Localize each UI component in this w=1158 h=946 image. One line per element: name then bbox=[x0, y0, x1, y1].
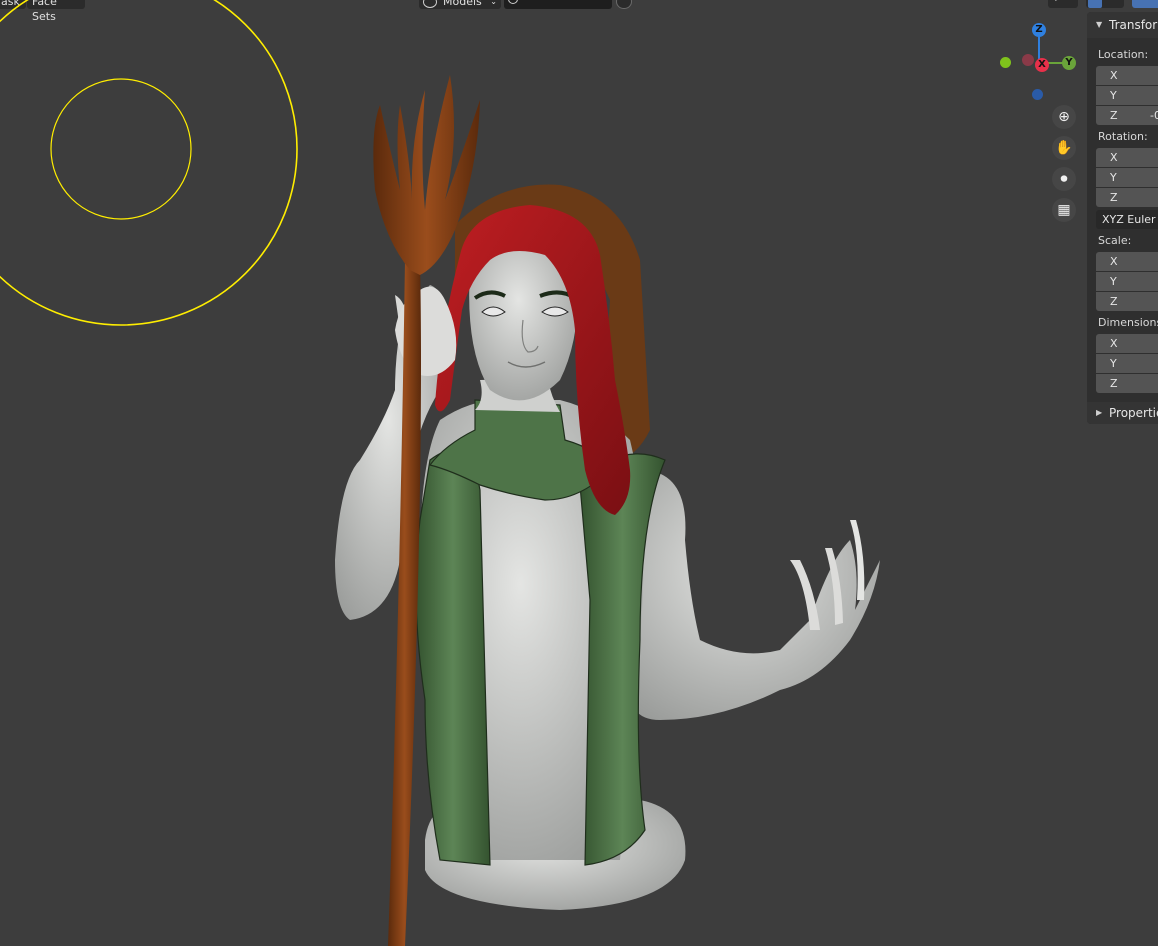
rotation-x-field[interactable]: X bbox=[1096, 148, 1158, 167]
scale-x-axis: X bbox=[1110, 255, 1118, 268]
properties-panel-title: Properties bbox=[1109, 406, 1158, 420]
rotation-mode-label: XYZ Euler bbox=[1102, 213, 1156, 226]
expand-triangle-icon: ▶ bbox=[1096, 408, 1103, 417]
scale-z-field[interactable]: Z bbox=[1096, 292, 1158, 311]
3d-viewport[interactable]: ask Face Sets Models ⌄ ➤ bbox=[0, 0, 1158, 946]
rotation-y-field[interactable]: Y bbox=[1096, 168, 1158, 187]
rotation-z-field[interactable]: Z bbox=[1096, 188, 1158, 207]
transform-panel-title: Transform bbox=[1109, 18, 1158, 32]
location-z-value: -0 bbox=[1150, 109, 1158, 122]
gizmo-neg-x-dot[interactable] bbox=[1022, 54, 1034, 66]
dimensions-z-field[interactable]: Z bbox=[1096, 374, 1158, 393]
gizmo-y-axis[interactable]: Y bbox=[1062, 56, 1076, 70]
scale-y-field[interactable]: Y bbox=[1096, 272, 1158, 291]
dimensions-label: Dimensions: bbox=[1098, 316, 1158, 329]
camera-view-button[interactable]: ⏺ bbox=[1052, 167, 1076, 191]
gizmo-neg-y-dot[interactable] bbox=[1000, 57, 1011, 68]
dimensions-z-axis: Z bbox=[1110, 377, 1118, 390]
sidebar-panel: ▼ Transform Location: X Y Z-0 Rotation: … bbox=[1087, 12, 1158, 424]
pan-button[interactable]: ✋ bbox=[1052, 136, 1076, 160]
ortho-toggle-button[interactable]: ▦ bbox=[1052, 198, 1076, 222]
vest-left bbox=[415, 449, 491, 866]
sculpt-model bbox=[335, 75, 880, 946]
scale-z-axis: Z bbox=[1110, 295, 1118, 308]
gizmo-neg-z-dot[interactable] bbox=[1032, 89, 1043, 100]
dimensions-x-axis: X bbox=[1110, 337, 1118, 350]
rotation-y-axis: Y bbox=[1110, 171, 1117, 184]
location-y-field[interactable]: Y bbox=[1096, 86, 1158, 105]
transform-panel-header[interactable]: ▼ Transform bbox=[1087, 12, 1158, 38]
properties-panel-header[interactable]: ▶ Properties bbox=[1087, 402, 1158, 424]
location-x-axis: X bbox=[1110, 69, 1118, 82]
dimensions-x-field[interactable]: X bbox=[1096, 334, 1158, 353]
camera-icon: ⏺ bbox=[1060, 171, 1068, 187]
navigation-gizmo[interactable]: Z Y X bbox=[998, 22, 1078, 102]
grid-icon: ▦ bbox=[1057, 202, 1071, 218]
collapse-triangle-icon: ▼ bbox=[1096, 20, 1103, 29]
extended-arm bbox=[630, 470, 880, 720]
location-z-field[interactable]: Z -0 bbox=[1096, 106, 1158, 125]
scale-x-field[interactable]: X bbox=[1096, 252, 1158, 271]
location-x-field[interactable]: X bbox=[1096, 66, 1158, 85]
location-y-axis: Y bbox=[1110, 89, 1117, 102]
staff-shaft bbox=[388, 260, 421, 946]
zoom-icon: ⊕ bbox=[1058, 109, 1070, 125]
hand-icon: ✋ bbox=[1055, 140, 1073, 156]
gizmo-z-axis[interactable]: Z bbox=[1032, 23, 1046, 37]
dimensions-y-axis: Y bbox=[1110, 357, 1117, 370]
zoom-button[interactable]: ⊕ bbox=[1052, 105, 1076, 129]
location-label: Location: bbox=[1098, 48, 1149, 61]
rotation-mode-dropdown[interactable]: XYZ Euler bbox=[1096, 210, 1158, 229]
location-z-axis: Z bbox=[1110, 109, 1118, 122]
scale-label: Scale: bbox=[1098, 234, 1132, 247]
dimensions-y-field[interactable]: Y bbox=[1096, 354, 1158, 373]
rotation-label: Rotation: bbox=[1098, 130, 1148, 143]
rotation-z-axis: Z bbox=[1110, 191, 1118, 204]
finger bbox=[790, 560, 820, 630]
scale-y-axis: Y bbox=[1110, 275, 1117, 288]
gizmo-x-axis[interactable]: X bbox=[1035, 58, 1049, 72]
rotation-x-axis: X bbox=[1110, 151, 1118, 164]
